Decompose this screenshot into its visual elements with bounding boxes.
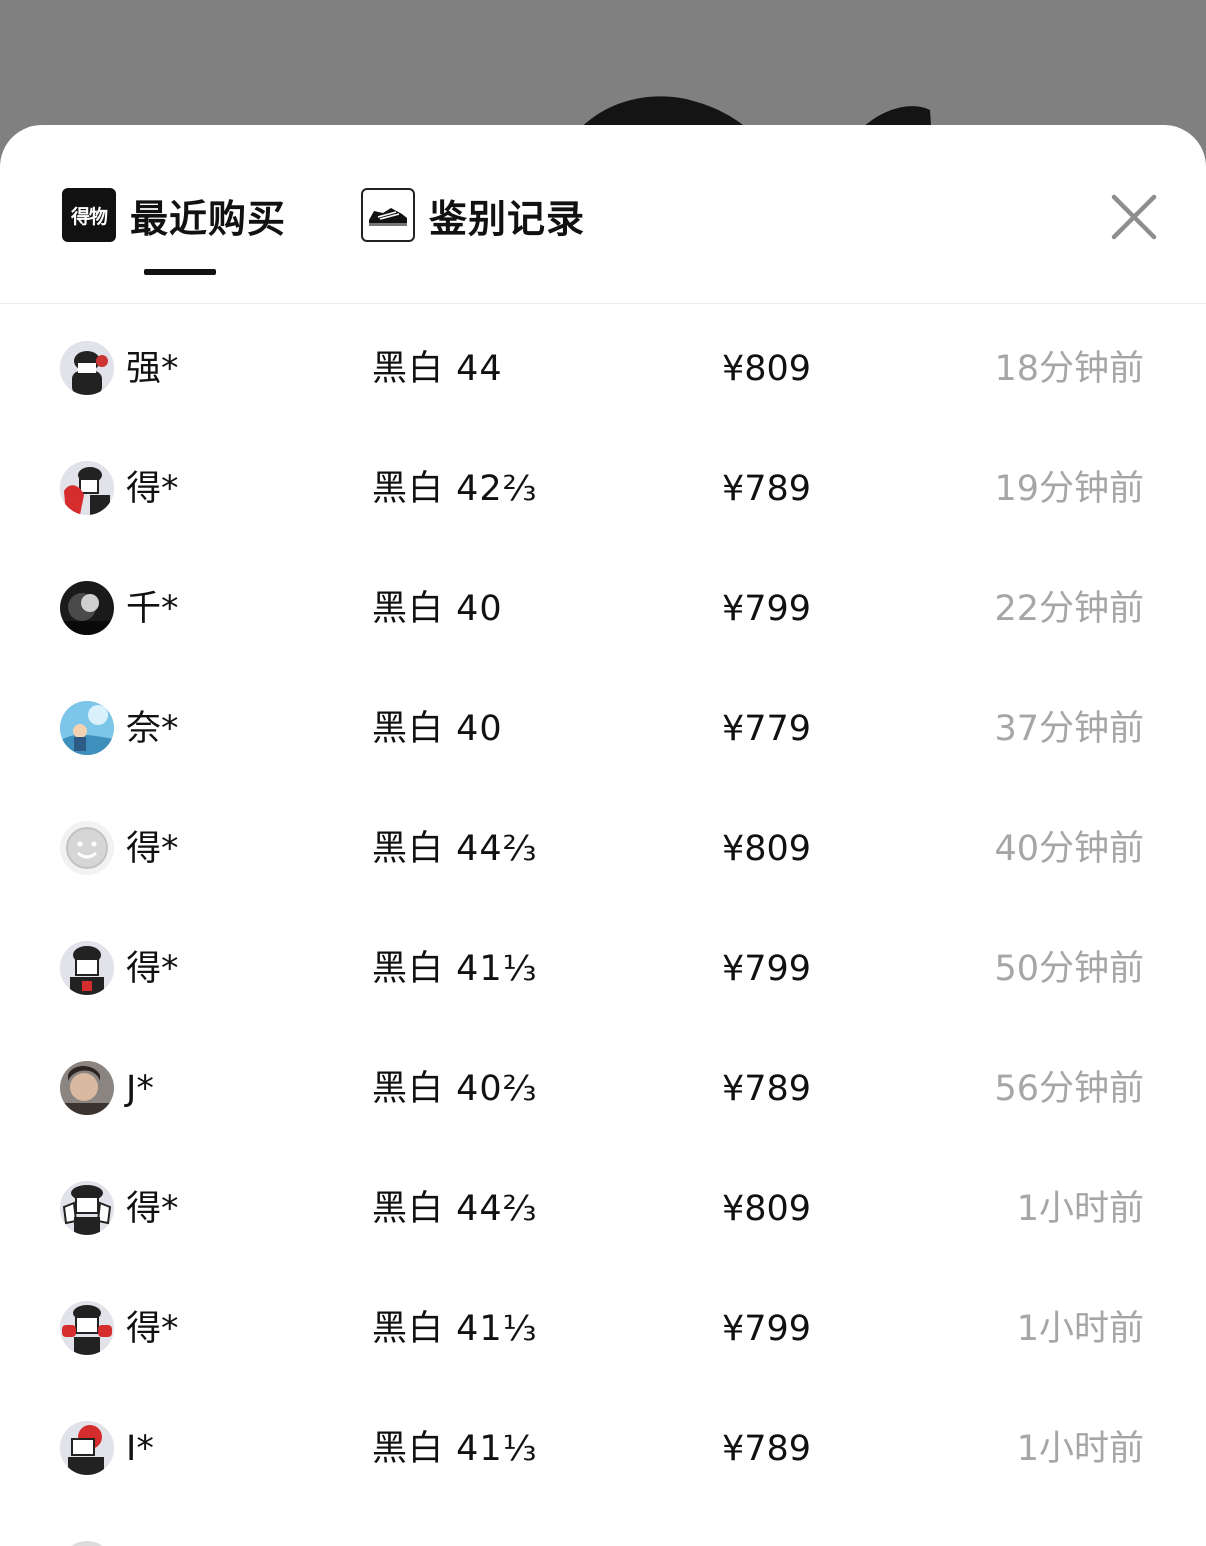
user-name: J*	[126, 1069, 154, 1109]
size-label: 黑白 44⅔	[372, 829, 538, 869]
user-avatar	[60, 1181, 114, 1235]
user-avatar	[60, 821, 114, 875]
list-item[interactable]: 得* 黑白 41⅓ ¥799 1小时前	[0, 1269, 1206, 1389]
time-label: 40分钟前	[994, 829, 1144, 869]
user-name: 千*	[126, 589, 179, 629]
tab-authentication-records[interactable]: 鉴别记录	[361, 187, 585, 243]
user-name: 得*	[126, 1189, 179, 1229]
user-name: 得*	[126, 469, 179, 509]
sheet-header: 得物 最近购买 鉴别记录	[0, 125, 1206, 304]
user-name: I*	[126, 1429, 154, 1469]
sneaker-icon	[361, 188, 415, 242]
recent-purchases-sheet: 得物 最近购买 鉴别记录 强* 黑白 44 ¥809 18分钟前 得* 黑白 4…	[0, 125, 1206, 1546]
dewu-logo-icon: 得物	[62, 188, 116, 242]
size-label: 黑白 41⅓	[372, 949, 538, 989]
tab-authentication-records-label: 鉴别记录	[429, 196, 586, 241]
price-label: ¥799	[722, 949, 812, 989]
user-name: 奈*	[126, 709, 179, 749]
user-avatar	[60, 941, 114, 995]
time-label: 1小时前	[1016, 1309, 1144, 1349]
price-label: ¥809	[722, 349, 812, 389]
list-item[interactable]: 强* 黑白 44 ¥809 18分钟前	[0, 309, 1206, 429]
close-button[interactable]	[1108, 191, 1160, 243]
time-label: 50分钟前	[994, 949, 1144, 989]
price-label: ¥789	[722, 469, 812, 509]
price-label: ¥779	[722, 709, 812, 749]
time-label: 1小时前	[1016, 1429, 1144, 1469]
list-item[interactable]: 得* 黑白 44⅔ ¥809 40分钟前	[0, 789, 1206, 909]
size-label: 黑白 41⅓	[372, 1309, 538, 1349]
user-avatar	[60, 461, 114, 515]
time-label: 56分钟前	[994, 1069, 1144, 1109]
time-label: 1小时前	[1016, 1189, 1144, 1229]
user-name: 得*	[126, 1309, 179, 1349]
size-label: 黑白 40	[372, 709, 503, 749]
user-avatar	[60, 1541, 114, 1546]
time-label: 18分钟前	[994, 349, 1144, 389]
tab-recent-purchases[interactable]: 得物 最近购买	[62, 187, 286, 243]
size-label: 黑白 40	[372, 589, 503, 629]
user-name: 得*	[126, 949, 179, 989]
user-name: 强*	[126, 349, 179, 389]
tab-recent-purchases-label: 最近购买	[130, 196, 287, 241]
close-icon	[1111, 194, 1157, 240]
user-avatar	[60, 1301, 114, 1355]
user-name: 得*	[126, 829, 179, 869]
list-item[interactable]: J* 黑白 40⅔ ¥789 56分钟前	[0, 1029, 1206, 1149]
user-avatar	[60, 1421, 114, 1475]
price-label: ¥799	[722, 589, 812, 629]
list-item[interactable]: 奈* 黑白 40 ¥779 37分钟前	[0, 669, 1206, 789]
user-avatar	[60, 701, 114, 755]
price-label: ¥789	[722, 1429, 812, 1469]
price-label: ¥809	[722, 1189, 812, 1229]
user-avatar	[60, 581, 114, 635]
time-label: 22分钟前	[994, 589, 1144, 629]
time-label: 19分钟前	[994, 469, 1144, 509]
list-item[interactable]: 得* 黑白 42⅔ ¥789 19分钟前	[0, 429, 1206, 549]
size-label: 黑白 44⅔	[372, 1189, 538, 1229]
price-label: ¥799	[722, 1309, 812, 1349]
list-item[interactable]: 千* 黑白 40 ¥799 22分钟前	[0, 549, 1206, 669]
user-avatar	[60, 341, 114, 395]
size-label: 黑白 40⅔	[372, 1069, 538, 1109]
size-label: 黑白 42⅔	[372, 469, 538, 509]
list-item[interactable]: 得* 黑白 44⅔ ¥809 1小时前	[0, 1149, 1206, 1269]
size-label: 黑白 44	[372, 349, 503, 389]
active-tab-indicator	[144, 269, 216, 275]
size-label: 黑白 41⅓	[372, 1429, 538, 1469]
user-avatar	[60, 1061, 114, 1115]
price-label: ¥789	[722, 1069, 812, 1109]
list-item[interactable]: I* 黑白 41⅓ ¥789 1小时前	[0, 1389, 1206, 1509]
list-item[interactable]: 得* 黑白 41⅓ ¥799 50分钟前	[0, 909, 1206, 1029]
time-label: 37分钟前	[994, 709, 1144, 749]
price-label: ¥809	[722, 829, 812, 869]
